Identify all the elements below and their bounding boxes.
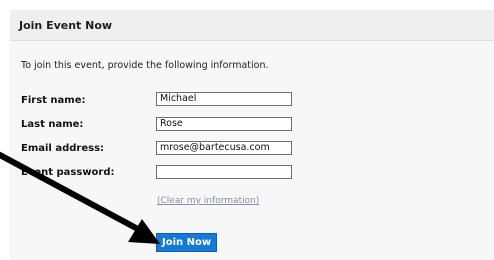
join-now-button[interactable]: Join Now [156,233,218,252]
last-name-label: Last name: [21,119,84,130]
event-password-field[interactable] [156,165,292,179]
panel-header: Join Event Now [10,10,494,41]
join-event-panel: Join Event Now To join this event, provi… [10,10,494,260]
clear-information-link[interactable]: (Clear my information) [157,196,259,206]
last-name-field[interactable]: Rose [156,117,292,131]
event-password-label: Event password: [21,167,115,178]
panel-title: Join Event Now [19,19,113,32]
intro-text: To join this event, provide the followin… [21,60,269,71]
first-name-field[interactable]: Michael [156,92,292,106]
email-label: Email address: [21,143,105,154]
first-name-label: First name: [21,95,86,106]
email-field[interactable]: mrose@bartecusa.com [156,141,292,155]
